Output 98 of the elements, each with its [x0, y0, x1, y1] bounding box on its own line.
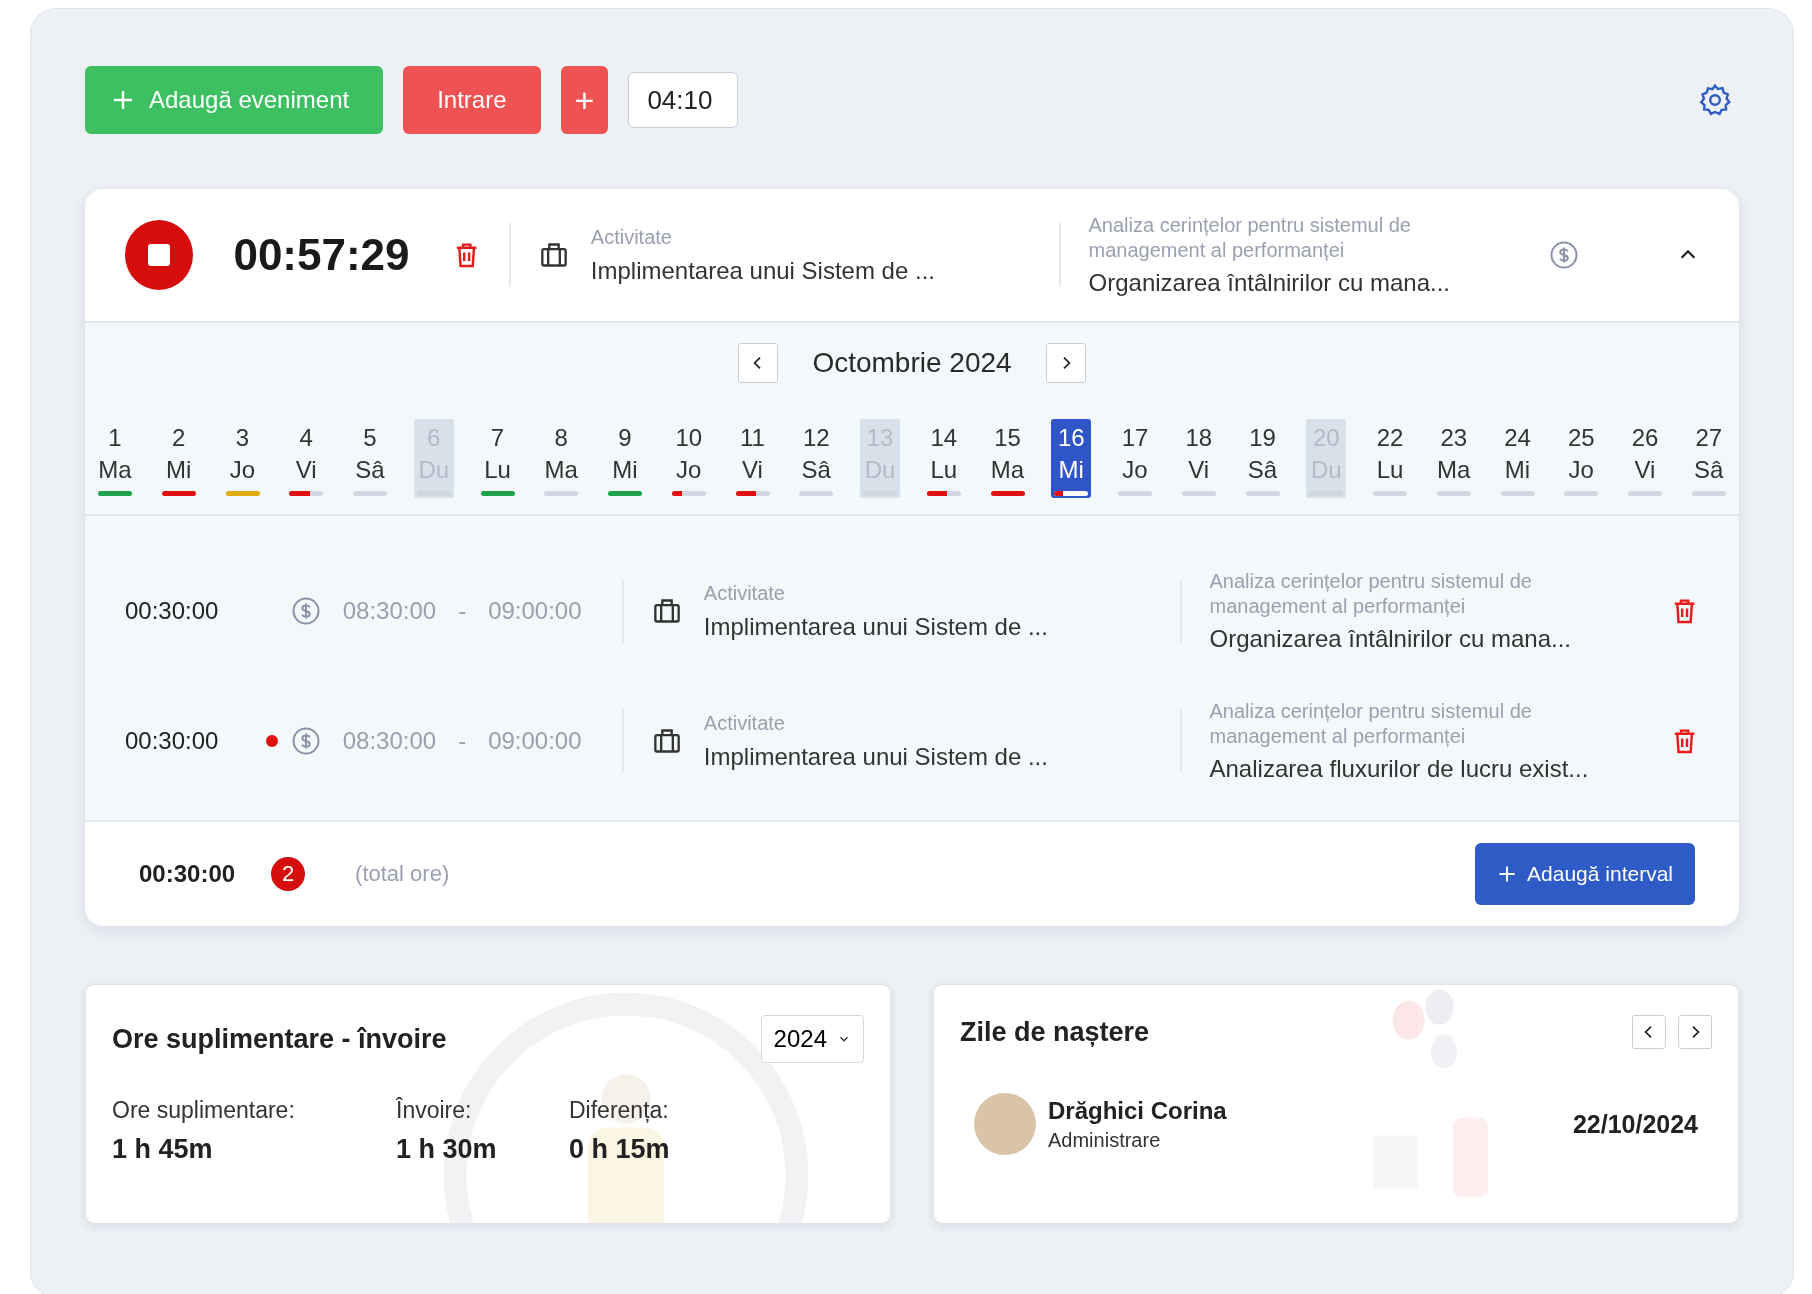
stat-label: Diferența:	[569, 1097, 670, 1124]
day-progress-bar	[799, 491, 834, 496]
calendar-day[interactable]: 17 Jo	[1115, 419, 1155, 498]
day-progress-bar	[1628, 491, 1662, 496]
activity-label: Activitate	[590, 225, 673, 249]
start-time: 08:30:00	[342, 597, 437, 625]
entry-duration: 00:30:00	[125, 597, 220, 625]
activity-label: Activitate	[703, 581, 786, 605]
calendar-day[interactable]: 4 Vi	[286, 419, 327, 498]
activity-value: Implimentarea unui Sistem de ...	[703, 612, 1049, 641]
dollar-icon	[290, 596, 321, 626]
range-separator: -	[458, 727, 467, 755]
dollar-icon	[1549, 240, 1579, 270]
person-name: Drăghici Corina	[1048, 1096, 1227, 1125]
day-progress-bar	[289, 491, 324, 496]
day-progress-bar	[480, 491, 515, 496]
day-progress-bar	[353, 491, 387, 496]
activity-value: Implimentarea unui Sistem de ...	[703, 742, 1049, 771]
calendar-day[interactable]: 5 Sâ	[350, 419, 390, 498]
settings-icon[interactable]	[1697, 82, 1733, 118]
day-progress-bar	[1436, 491, 1471, 496]
calendar-day[interactable]: 26 Vi	[1625, 419, 1665, 498]
calendar-day[interactable]: 3 Jo	[222, 419, 263, 498]
range-separator: -	[458, 597, 467, 625]
task-name: Organizarea întâlnirilor cu mana...	[1209, 625, 1572, 653]
activity-label: Activitate	[703, 711, 786, 735]
calendar-day[interactable]: 7 Lu	[477, 419, 518, 498]
start-time: 08:30:00	[342, 727, 437, 755]
calendar-day[interactable]: 19 Sâ	[1242, 419, 1283, 498]
day-progress-bar	[735, 491, 770, 496]
day-progress-bar	[1500, 491, 1535, 496]
stat-label: Învoire:	[396, 1097, 473, 1124]
calendar-day[interactable]: 12 Sâ	[796, 419, 837, 498]
stat-label: Ore suplimentare:	[112, 1097, 296, 1124]
briefcase-icon	[538, 241, 569, 269]
calendar-day[interactable]: 10 Jo	[668, 419, 709, 498]
task-name: Analizarea fluxurilor de lucru exist...	[1209, 755, 1590, 783]
calendar-day[interactable]: 1 Ma	[95, 419, 135, 498]
end-time: 09:00:00	[488, 597, 582, 625]
stat-value: 1 h 30m	[396, 1134, 498, 1165]
calendar-day[interactable]: 15 Ma	[987, 419, 1028, 498]
activity-value: Implimentarea unui Sistem de ...	[590, 256, 936, 285]
check-in-button[interactable]: Intrare	[403, 66, 541, 134]
total-time: 00:30:00	[139, 860, 236, 888]
task-group: Analiza cerințelor pentru sistemul de management al performanței	[1209, 569, 1638, 619]
card-title: Zile de naștere	[960, 1016, 1150, 1048]
calendar-day[interactable]: 24 Mi	[1497, 419, 1538, 498]
day-progress-bar	[1691, 491, 1726, 496]
briefcase-icon	[651, 597, 682, 625]
day-progress-bar	[1118, 491, 1152, 496]
day-progress-bar	[161, 491, 196, 496]
day-progress-bar	[1309, 491, 1344, 496]
plus-icon	[1497, 864, 1518, 884]
calendar-day[interactable]: 16 Mi	[1051, 419, 1092, 498]
elapsed-time: 00:57:29	[233, 230, 410, 280]
person-department: Administrare	[1048, 1128, 1162, 1152]
briefcase-icon	[651, 727, 682, 755]
year-dropdown[interactable]: 2024	[760, 1015, 864, 1063]
task-group: Analiza cerințelor pentru sistemul de management al performanței	[1209, 699, 1638, 749]
calendar-day[interactable]: 25 Jo	[1561, 419, 1602, 498]
plus-icon	[111, 88, 135, 112]
time-field[interactable]: 04:10	[628, 72, 739, 128]
calendar-day[interactable]: 22 Lu	[1370, 419, 1410, 498]
calendar-day[interactable]: 2 Mi	[158, 419, 199, 498]
day-progress-bar	[98, 491, 132, 496]
entry-duration: 00:30:00	[125, 727, 220, 755]
add-interval-button[interactable]: Adaugă interval	[1475, 843, 1695, 905]
card-title: Ore suplimentare - învoire	[112, 1023, 447, 1055]
day-progress-bar	[1373, 491, 1407, 496]
month-title: Octombrie 2024	[812, 347, 1012, 379]
task-name: Organizarea întâlnirilor cu mana...	[1088, 269, 1452, 297]
calendar-day[interactable]: 9 Mi	[605, 419, 645, 498]
stat-value: 0 h 15m	[569, 1134, 670, 1165]
calendar-day[interactable]: 18 Vi	[1178, 419, 1219, 498]
day-progress-bar	[416, 491, 451, 496]
total-hours-note: (total ore)	[355, 861, 450, 887]
birthday-date: 22/10/2024	[1572, 1109, 1698, 1139]
day-progress-bar	[608, 491, 642, 496]
day-progress-bar	[926, 491, 961, 496]
dollar-icon	[290, 726, 321, 756]
calendar-day[interactable]: 11 Vi	[732, 419, 773, 498]
end-time: 09:00:00	[488, 727, 582, 755]
day-progress-bar	[1564, 491, 1599, 496]
day-progress-bar	[671, 491, 706, 496]
calendar-day[interactable]: 14 Lu	[923, 419, 964, 498]
task-group: Analiza cerințelor pentru sistemul de management al performanței	[1088, 213, 1499, 263]
calendar-day[interactable]: 8 Ma	[541, 419, 582, 498]
stat-value: 1 h 45m	[112, 1134, 214, 1165]
count-badge: 2	[271, 857, 306, 891]
add-button[interactable]: +	[560, 66, 609, 134]
day-progress-bar	[1245, 491, 1280, 496]
day-progress-bar	[1181, 491, 1216, 496]
calendar-day[interactable]: 27 Sâ	[1688, 419, 1729, 498]
day-progress-bar	[1054, 491, 1089, 496]
day-progress-bar	[225, 491, 260, 496]
day-progress-bar	[544, 491, 579, 496]
day-progress-bar	[990, 491, 1025, 496]
calendar-day[interactable]: 23 Ma	[1433, 419, 1474, 498]
